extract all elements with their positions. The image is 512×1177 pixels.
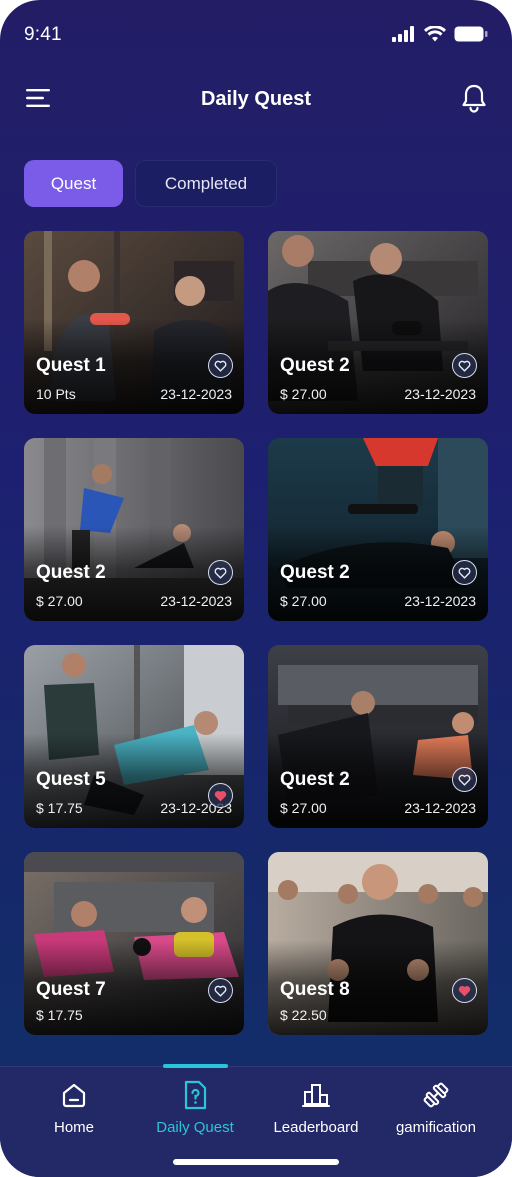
nav-daily-quest[interactable]: Daily Quest	[135, 1077, 255, 1136]
status-icons	[392, 26, 488, 42]
favorite-button[interactable]	[452, 978, 477, 1003]
favorite-button[interactable]	[208, 783, 233, 808]
quest-date: 23-12-2023	[160, 386, 232, 402]
nav-leaderboard-label: Leaderboard	[273, 1119, 359, 1136]
favorite-button[interactable]	[208, 353, 233, 378]
dumbbell-icon	[423, 1082, 449, 1108]
quest-tabs: Quest Completed	[24, 160, 277, 207]
quest-reward: $ 27.00	[36, 593, 83, 609]
quest-reward: $ 22.50	[280, 1007, 327, 1023]
notifications-button[interactable]	[460, 82, 488, 114]
quest-reward: $ 17.75	[36, 1007, 83, 1023]
signal-icon	[392, 26, 414, 42]
home-icon	[62, 1083, 86, 1108]
quest-card[interactable]: Quest 8 $ 22.50	[268, 852, 488, 1035]
nav-home-label: Home	[53, 1119, 94, 1136]
favorite-button[interactable]	[452, 560, 477, 585]
heart-icon	[458, 567, 471, 579]
quest-date: 23-12-2023	[404, 386, 476, 402]
heart-filled-icon	[458, 985, 471, 996]
quest-title: Quest 5	[36, 769, 106, 790]
quest-reward: $ 27.00	[280, 593, 327, 609]
favorite-button[interactable]	[452, 353, 477, 378]
app-screen: 9:41 Daily Quest Quest Completed Quest 1…	[0, 0, 512, 1177]
active-tab-indicator	[163, 1064, 228, 1068]
quest-card[interactable]: Quest 2 $ 27.00 23-12-2023	[268, 438, 488, 621]
quest-reward: $ 27.00	[280, 800, 327, 816]
nav-gamification[interactable]: gamification	[376, 1077, 496, 1136]
quest-icon	[184, 1080, 207, 1110]
nav-daily-quest-label: Daily Quest	[156, 1119, 234, 1136]
heart-icon	[458, 774, 471, 786]
quest-title: Quest 8	[280, 979, 350, 1000]
heart-icon	[214, 360, 227, 372]
quest-title: Quest 2	[280, 355, 350, 376]
battery-icon	[454, 26, 488, 42]
home-indicator	[173, 1159, 339, 1165]
bell-icon	[462, 84, 486, 113]
quest-date: 23-12-2023	[404, 800, 476, 816]
app-header: Daily Quest	[0, 78, 512, 120]
tab-quest[interactable]: Quest	[24, 160, 123, 207]
quest-reward: $ 17.75	[36, 800, 83, 816]
quest-card[interactable]: Quest 5 $ 17.75 23-12-2023	[24, 645, 244, 828]
quest-title: Quest 7	[36, 979, 106, 1000]
quest-title: Quest 2	[280, 769, 350, 790]
quest-reward: $ 27.00	[280, 386, 327, 402]
favorite-button[interactable]	[452, 767, 477, 792]
favorite-button[interactable]	[208, 978, 233, 1003]
nav-gamification-label: gamification	[395, 1119, 477, 1136]
quest-date: 23-12-2023	[404, 593, 476, 609]
status-time: 9:41	[24, 24, 62, 45]
heart-filled-icon	[214, 790, 227, 801]
quest-title: Quest 2	[280, 562, 350, 583]
tab-completed[interactable]: Completed	[135, 160, 277, 207]
quest-title: Quest 1	[36, 355, 106, 376]
favorite-button[interactable]	[208, 560, 233, 585]
nav-home[interactable]: Home	[14, 1077, 134, 1136]
heart-icon	[214, 985, 227, 997]
heart-icon	[214, 567, 227, 579]
quest-card[interactable]: Quest 2 $ 27.00 23-12-2023	[268, 231, 488, 414]
quest-reward: 10 Pts	[36, 386, 76, 402]
page-title: Daily Quest	[200, 88, 312, 110]
quest-card[interactable]: Quest 2 $ 27.00 23-12-2023	[24, 438, 244, 621]
quest-title: Quest 2	[36, 562, 106, 583]
nav-leaderboard[interactable]: Leaderboard	[256, 1077, 376, 1136]
leaderboard-icon	[302, 1084, 330, 1107]
wifi-icon	[424, 26, 446, 42]
quest-card[interactable]: Quest 1 10 Pts 23-12-2023	[24, 231, 244, 414]
quest-date: 23-12-2023	[160, 593, 232, 609]
quest-card[interactable]: Quest 2 $ 27.00 23-12-2023	[268, 645, 488, 828]
quest-card[interactable]: Quest 7 $ 17.75	[24, 852, 244, 1035]
heart-icon	[458, 360, 471, 372]
